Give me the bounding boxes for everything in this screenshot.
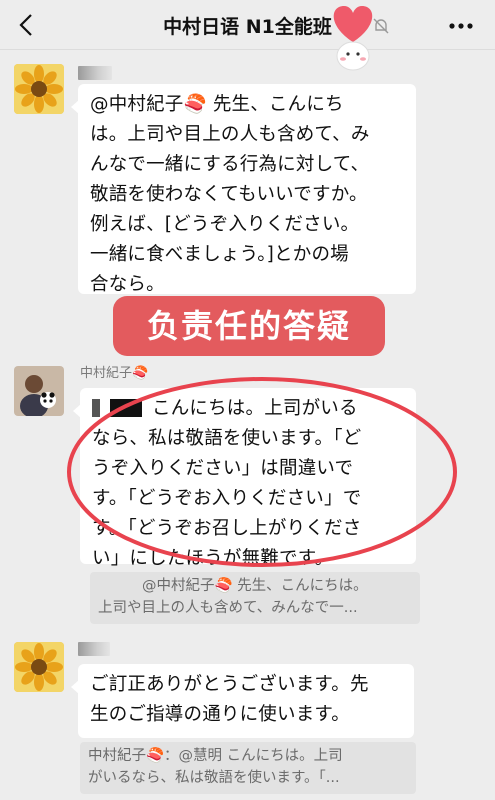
message-bubble[interactable]: ご訂正ありがとうございます。先 生のご指導の通りに使います。 <box>71 664 414 738</box>
message-line: は。上司や目上の人も含めて、み <box>90 124 370 145</box>
message-line: 例えば、[どうぞ入りください。 <box>90 214 360 235</box>
sunflower-avatar[interactable] <box>14 64 64 114</box>
sender-name-redacted <box>78 66 112 80</box>
message-line: @中村紀子🍣 先生、こんにち <box>90 94 344 115</box>
quote-line: @中村紀子🍣 先生、こんにちは。 <box>142 578 368 594</box>
quoted-message[interactable]: @中村紀子🍣 先生、こんにちは。 上司や目上の人も含めて、みんなで一... <box>90 572 420 624</box>
sender-name-redacted <box>78 642 110 656</box>
teacher-avatar[interactable] <box>14 366 64 416</box>
quote-line: 上司や目上の人も含めて、みんなで一... <box>98 600 358 616</box>
quoted-message[interactable]: 中村紀子🍣：@慧明 こんにちは。上司 がいるなら、私は敬語を使います。「... <box>80 742 416 794</box>
message-bubble[interactable]: @中村紀子🍣 先生、こんにち は。上司や目上の人も含めて、み んなで一緒にする行… <box>71 84 416 295</box>
message-line: んなで一緒にする行為に対して、 <box>90 154 370 175</box>
more-dots-icon[interactable] <box>448 22 474 30</box>
highlight-oval <box>67 377 457 567</box>
quote-line: 中村紀子🍣：@慧明 こんにちは。上司 <box>88 748 343 764</box>
chat-header: 中村日语 N1全能班 <box>0 0 495 50</box>
message-line: 生のご指導の通りに使います。 <box>90 704 350 725</box>
chat-title: 中村日语 N1全能班 <box>163 16 332 38</box>
message-line: 敬語を使わなくてもいいですか。 <box>90 184 368 205</box>
message-line: 一緒に食べましょう。]とかの場 <box>90 244 349 265</box>
quote-line: がいるなら、私は敬語を使います。「... <box>88 770 340 786</box>
heart-sticker-icon <box>333 6 373 71</box>
sunflower-avatar[interactable] <box>14 642 64 692</box>
answer-banner: 负责任的答疑 <box>113 296 385 356</box>
message-line: ご訂正ありがとうございます。先 <box>90 674 369 695</box>
